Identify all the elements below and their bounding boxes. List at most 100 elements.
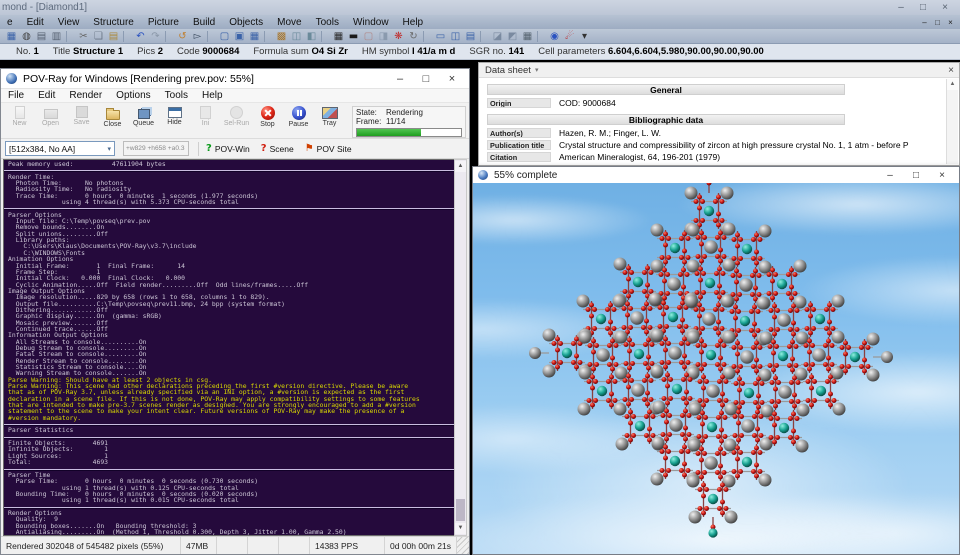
open-button[interactable]: Open [35,104,66,137]
separator[interactable] [123,31,130,42]
datasheet-header[interactable]: Data sheet ▾ × [479,63,959,78]
menu-item[interactable]: Window [346,17,396,28]
menu-item[interactable]: Edit [31,90,62,101]
separator[interactable] [321,31,328,42]
window-control-button[interactable]: □ [903,170,929,181]
tile-icon[interactable]: ◫ [289,31,304,42]
stop-button[interactable]: Stop [252,104,283,137]
find-icon[interactable]: ◍ [19,31,34,42]
menu-item[interactable]: Help [195,90,230,101]
menu-item[interactable]: Options [109,90,157,101]
add-picture-icon[interactable]: ▢ [361,31,376,42]
copy-icon[interactable]: ❏ [91,31,106,42]
menu-item[interactable]: Move [270,17,308,28]
new-structure-picture-icon[interactable]: ▢ [217,31,232,42]
print-preview-icon[interactable]: ▤ [34,31,49,42]
resolution-preset-select[interactable]: [512x384, No AA] ▾ [5,141,115,156]
render-message-console[interactable]: Peak memory used: 47611904 bytesRender T… [3,159,456,536]
print-icon[interactable]: ▥ [49,31,64,42]
toolbar-icon [138,109,150,119]
grid-icon[interactable]: ▦ [331,31,346,42]
cascade-icon[interactable]: ◧ [304,31,319,42]
picture-b-icon[interactable]: ◩ [505,31,520,42]
datasheet-scrollbar[interactable]: ▲ [946,79,958,164]
scroll-down-icon[interactable]: ▼ [455,523,466,534]
picture-a-icon[interactable]: ◪ [490,31,505,42]
separator[interactable] [480,31,487,42]
resize-grip[interactable] [457,537,469,554]
menu-item[interactable]: Build [186,17,222,28]
pause-button[interactable]: Pause [283,104,314,137]
render-image-icon[interactable]: ▬ [346,31,361,42]
tray-button[interactable]: Tray [314,104,345,137]
povray-titlebar[interactable]: POV-Ray for Windows [Rendering prev.pov:… [1,69,469,89]
menu-item[interactable]: Tools [158,90,195,101]
separator[interactable] [537,31,544,42]
build-icon[interactable]: ▩ [274,31,289,42]
palette-icon[interactable]: ❋ [391,31,406,42]
save-button[interactable]: Save [66,104,97,137]
window-control-button[interactable]: × [934,2,956,13]
layout-3-icon[interactable]: ▤ [463,31,478,42]
video-icon[interactable]: ▣ [232,31,247,42]
menu-item[interactable]: Picture [141,17,186,28]
separator[interactable] [264,31,271,42]
chevron-down-icon[interactable]: ▾ [535,66,539,74]
cut-icon[interactable]: ✂ [76,31,91,42]
window-control-button[interactable]: – [387,73,413,85]
menu-item[interactable]: Edit [20,17,51,28]
layout-2-icon[interactable]: ◫ [448,31,463,42]
paste-icon[interactable]: ▤ [106,31,121,42]
data-table-icon[interactable]: ▦ [520,31,535,42]
window-control-button[interactable]: × [439,73,465,85]
mdi-control-button[interactable]: – [918,18,931,27]
menu-item[interactable]: Structure [86,17,141,28]
window-control-button[interactable]: □ [413,73,439,85]
separator[interactable] [423,31,430,42]
scroll-up-icon[interactable]: ▲ [947,79,958,90]
sel-run-button[interactable]: Sel-Run [221,104,252,137]
scroll-up-icon[interactable]: ▲ [455,161,466,172]
preview-titlebar[interactable]: 55% complete –□× [473,167,959,183]
separator[interactable] [165,31,172,42]
pov-site-button[interactable]: ⚑ POV Site [305,143,352,154]
menu-item[interactable]: View [51,17,87,28]
dropdown-icon[interactable]: ▾ [577,31,592,42]
menu-item[interactable]: Tools [309,17,346,28]
menu-item[interactable]: e [0,17,20,28]
command-line-input[interactable]: +w829 +h658 +a0.3 [123,141,189,156]
close-button[interactable]: Close [97,104,128,137]
mdi-control-button[interactable]: □ [931,18,944,27]
menu-item[interactable]: Objects [222,17,270,28]
scrollbar-thumb[interactable] [456,499,465,521]
rotate-icon[interactable]: ↻ [406,31,421,42]
hide-button[interactable]: Hide [159,104,190,137]
save-icon[interactable]: ▦ [4,31,19,42]
scene-help-button[interactable]: ? Scene [261,143,294,154]
layout-1-icon[interactable]: ▭ [433,31,448,42]
window-control-button[interactable]: × [929,170,955,181]
new-button[interactable]: New [4,104,35,137]
pointer-icon[interactable]: ▻ [190,31,205,42]
menu-item[interactable]: Render [62,90,109,101]
atom-pick-icon[interactable]: ☄ [562,31,577,42]
pov-win-help-button[interactable]: ? POV-Win [206,143,250,154]
menu-item[interactable]: Help [396,17,431,28]
undo-icon[interactable]: ↶ [133,31,148,42]
mdi-control-button[interactable]: × [944,18,957,27]
menu-item[interactable]: File [1,90,31,101]
window-control-button[interactable]: – [890,2,912,13]
separator[interactable] [66,31,73,42]
overlay-icon[interactable]: ◨ [376,31,391,42]
povray-launch-icon[interactable]: ◉ [547,31,562,42]
console-scrollbar[interactable]: ▲ ▼ [454,159,467,536]
close-icon[interactable]: × [948,65,954,76]
ini-button[interactable]: Ini [190,104,221,137]
window-control-button[interactable]: □ [912,2,934,13]
table-icon[interactable]: ▦ [247,31,262,42]
history-icon[interactable]: ↺ [175,31,190,42]
redo-icon[interactable]: ↷ [148,31,163,42]
separator[interactable] [207,31,214,42]
queue-button[interactable]: Queue [128,104,159,137]
window-control-button[interactable]: – [877,170,903,181]
